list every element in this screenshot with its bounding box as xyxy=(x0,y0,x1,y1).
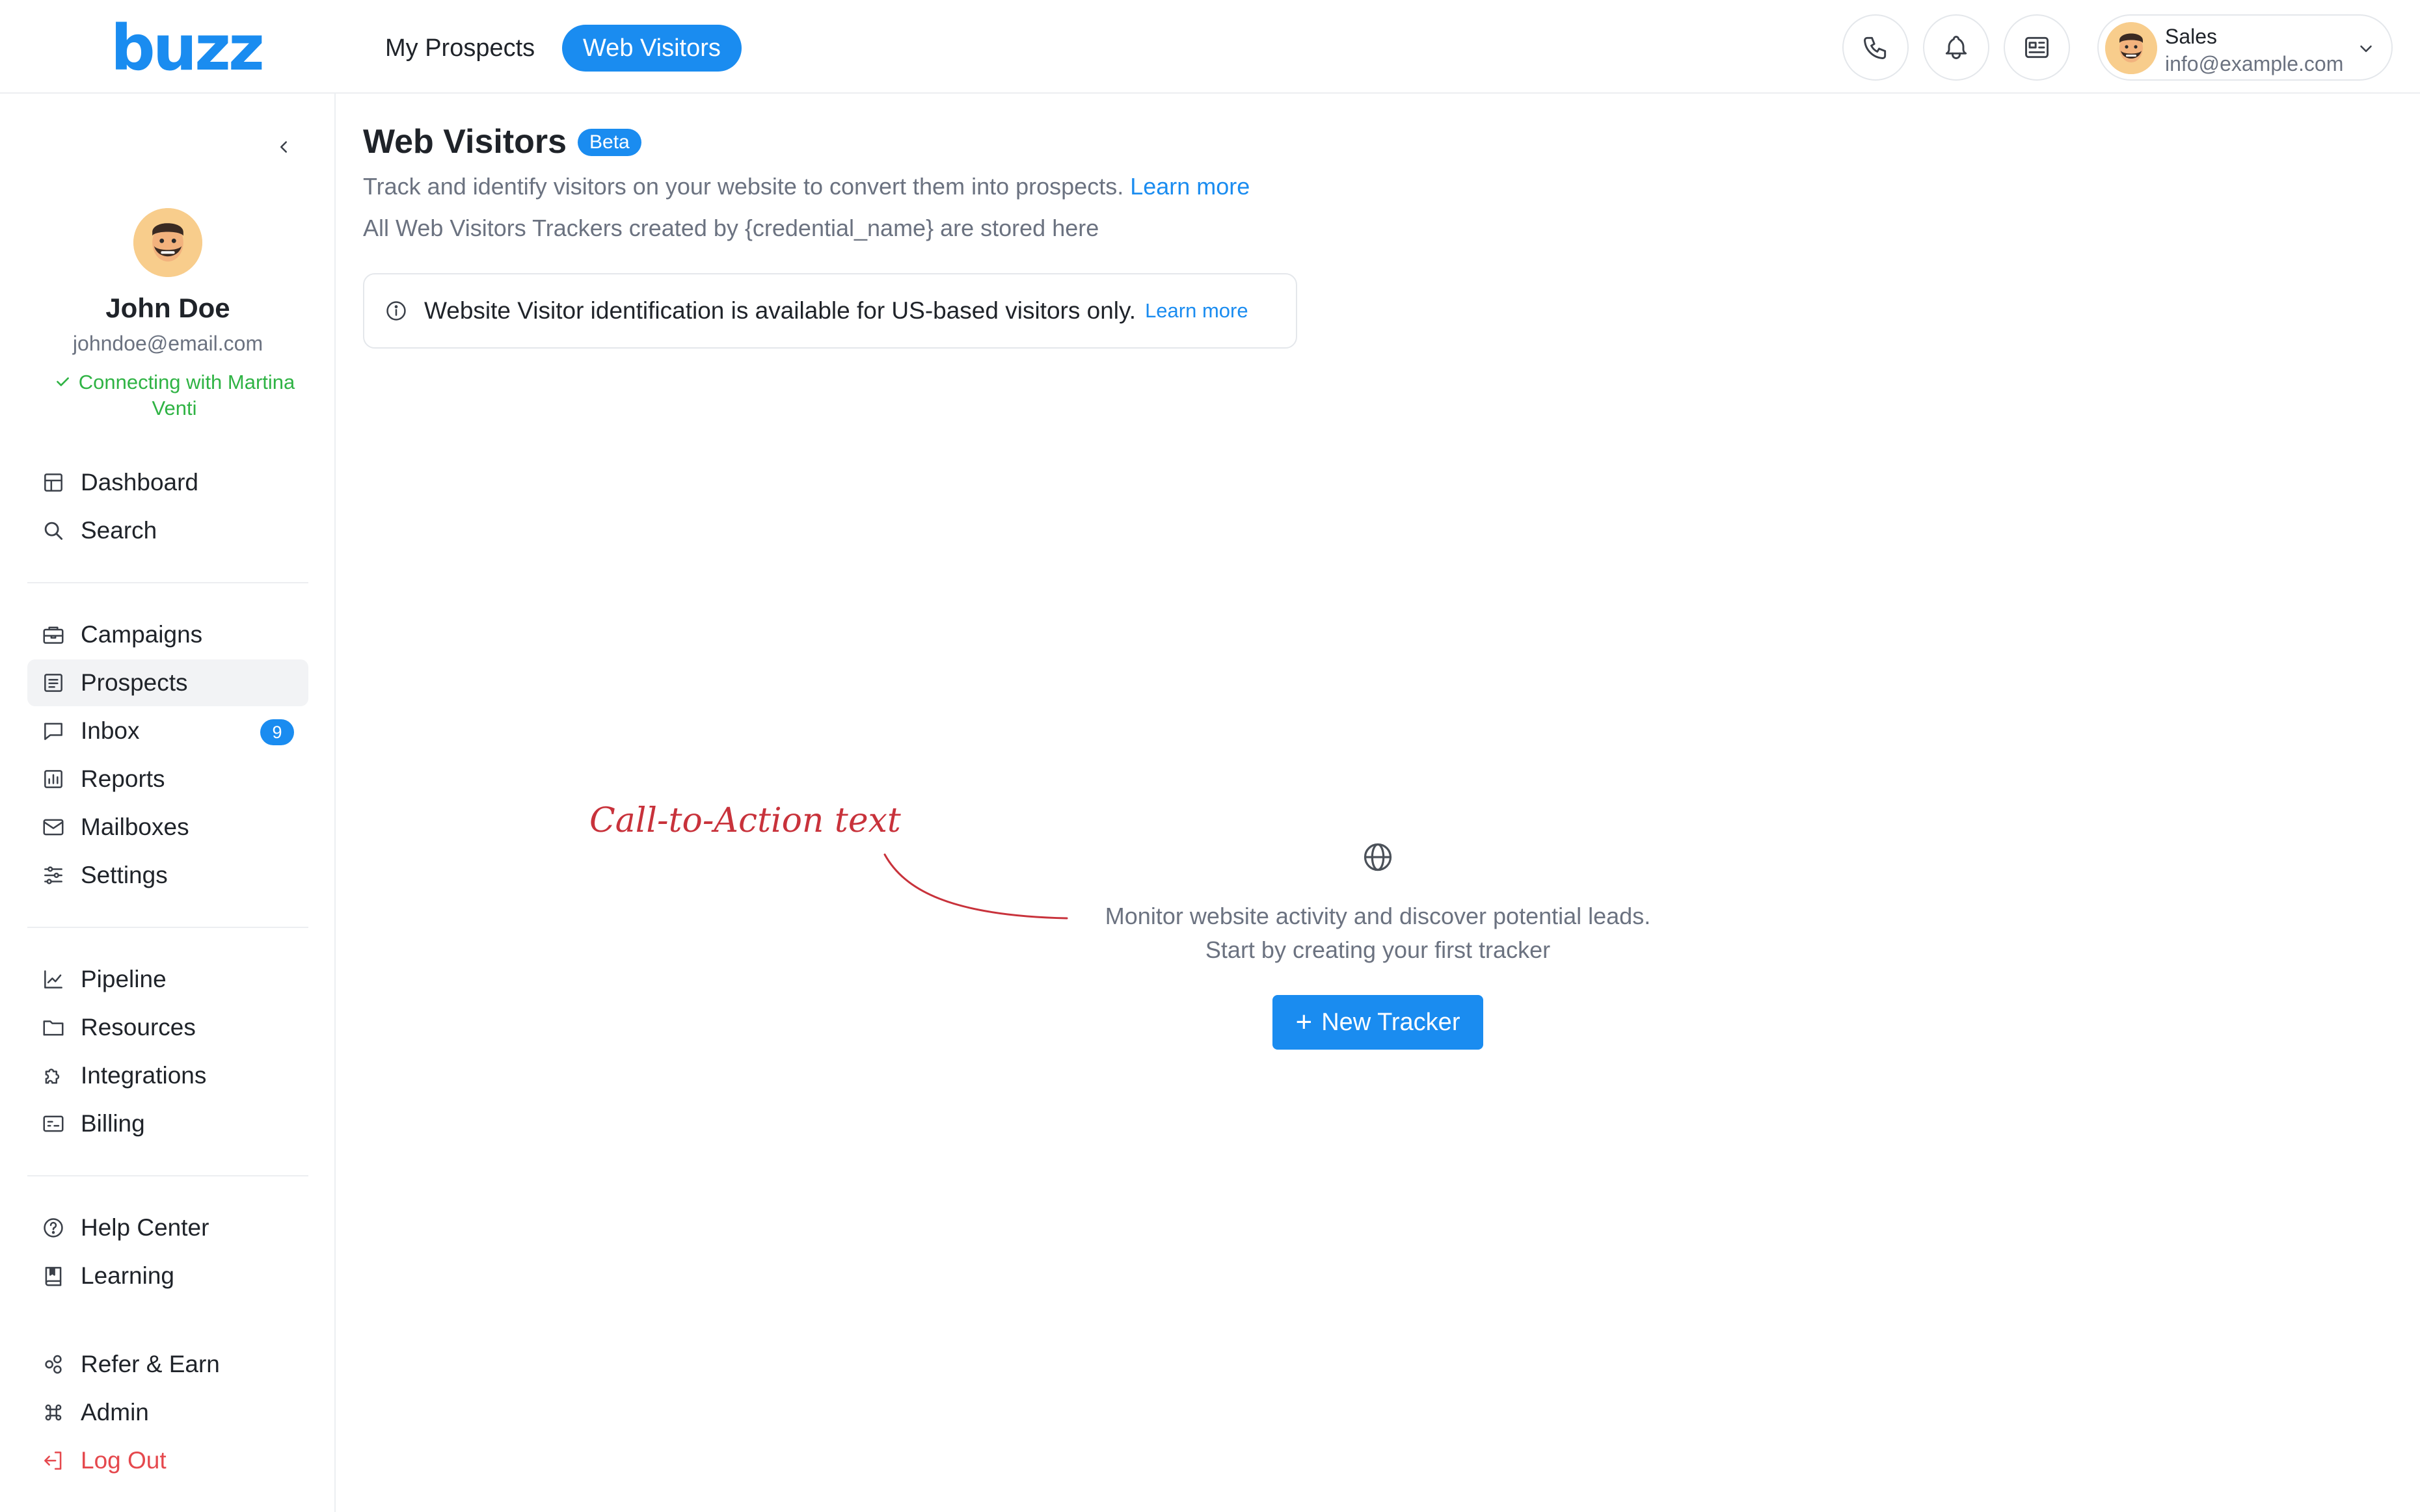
connection-status-text: Connecting with Martina Venti xyxy=(78,371,295,419)
puzzle-icon xyxy=(45,1068,60,1084)
folder-icon xyxy=(43,1020,64,1036)
book-icon xyxy=(45,1267,62,1286)
collapse-sidebar-button[interactable] xyxy=(268,131,299,163)
sidebar-divider xyxy=(27,1175,308,1176)
billing-icon xyxy=(43,1115,64,1132)
logout-icon xyxy=(44,1452,62,1470)
sidebar-item-pipeline[interactable]: Pipeline xyxy=(27,956,308,1003)
sidebar: John Doe johndoe@email.com Connecting wi… xyxy=(0,94,336,1512)
sidebar-item-search[interactable]: Search xyxy=(27,507,308,554)
sidebar-item-integrations[interactable]: Integrations xyxy=(27,1052,308,1099)
user-name: John Doe xyxy=(105,293,230,323)
inbox-count-badge: 9 xyxy=(260,719,294,745)
info-icon xyxy=(386,301,406,321)
notifications-button[interactable] xyxy=(1923,14,1989,81)
sidebar-item-learning[interactable]: Learning xyxy=(27,1253,308,1299)
chart-icon xyxy=(44,770,62,788)
new-tracker-button[interactable]: + New Tracker xyxy=(1272,995,1483,1050)
logo[interactable]: buzz xyxy=(111,17,265,79)
notice-learn-more-link[interactable]: Learn more xyxy=(1145,299,1248,323)
check-icon xyxy=(56,377,69,386)
sliders-icon xyxy=(44,866,62,884)
top-bar: buzz My Prospects Web Visitors Sales inf… xyxy=(0,0,2420,94)
empty-state-subtext: Start by creating your first tracker xyxy=(1205,936,1551,963)
chevron-down-icon xyxy=(2360,46,2372,52)
sidebar-item-mailboxes[interactable]: Mailboxes xyxy=(27,804,308,851)
tab-web-visitors[interactable]: Web Visitors xyxy=(562,25,742,72)
news-icon xyxy=(2025,36,2049,59)
sidebar-item-settings[interactable]: Settings xyxy=(27,852,308,899)
plus-icon: + xyxy=(1295,1006,1313,1038)
annotation-arrow xyxy=(883,853,1068,920)
learn-more-link[interactable]: Learn more xyxy=(1130,173,1250,200)
phone-button[interactable] xyxy=(1842,14,1909,81)
briefcase-icon xyxy=(43,626,64,644)
sidebar-item-reports[interactable]: Reports xyxy=(27,756,308,802)
account-role: Sales xyxy=(2165,25,2218,48)
command-icon xyxy=(45,1404,62,1421)
sidebar-item-log-out[interactable]: Log Out xyxy=(27,1437,308,1484)
news-button[interactable] xyxy=(2004,14,2070,81)
user-email: johndoe@email.com xyxy=(72,332,263,355)
chat-icon xyxy=(44,723,62,740)
tab-my-prospects[interactable]: My Prospects xyxy=(364,25,556,72)
annotation-label: Call-to-Action text xyxy=(589,801,901,840)
list-icon xyxy=(44,674,62,692)
account-email: info@example.com xyxy=(2165,52,2344,75)
notice-text: Website Visitor identification is availa… xyxy=(424,297,1136,324)
sidebar-item-dashboard[interactable]: Dashboard xyxy=(27,459,308,506)
sidebar-item-refer-earn[interactable]: Refer & Earn xyxy=(27,1341,308,1388)
sidebar-item-inbox[interactable]: Inbox 9 xyxy=(27,708,308,754)
search-icon xyxy=(44,522,63,540)
sidebar-divider xyxy=(27,927,308,928)
page-subtitle-secondary: All Web Visitors Trackers created by {cr… xyxy=(363,215,1099,241)
avatar xyxy=(2105,22,2157,74)
help-icon xyxy=(44,1218,63,1238)
account-menu[interactable]: Sales info@example.com xyxy=(2097,14,2393,81)
sidebar-item-billing[interactable]: Billing xyxy=(27,1100,308,1147)
sidebar-item-resources[interactable]: Resources xyxy=(27,1004,308,1051)
bell-icon xyxy=(1945,36,1967,59)
beta-badge: Beta xyxy=(578,129,641,156)
sidebar-item-campaigns[interactable]: Campaigns xyxy=(27,611,308,658)
trend-icon xyxy=(44,970,62,988)
sidebar-divider xyxy=(27,582,308,583)
connection-status: Connecting with Martina Venti xyxy=(38,369,311,421)
new-tracker-label: New Tracker xyxy=(1321,1008,1460,1036)
mail-icon xyxy=(43,819,64,836)
chevron-left-icon xyxy=(280,141,287,153)
globe-icon xyxy=(1364,843,1392,871)
user-avatar xyxy=(133,208,202,277)
phone-icon xyxy=(1864,36,1887,59)
page-title: Web Visitors xyxy=(363,123,567,161)
info-notice: Website Visitor identification is availa… xyxy=(363,273,1297,349)
sidebar-item-help-center[interactable]: Help Center xyxy=(27,1204,308,1251)
page-subtitle: Track and identify visitors on your webs… xyxy=(363,173,1250,200)
sidebar-item-prospects[interactable]: Prospects xyxy=(27,659,308,706)
share-icon xyxy=(45,1355,62,1374)
sidebar-item-admin[interactable]: Admin xyxy=(27,1389,308,1436)
layout-icon xyxy=(44,473,62,492)
